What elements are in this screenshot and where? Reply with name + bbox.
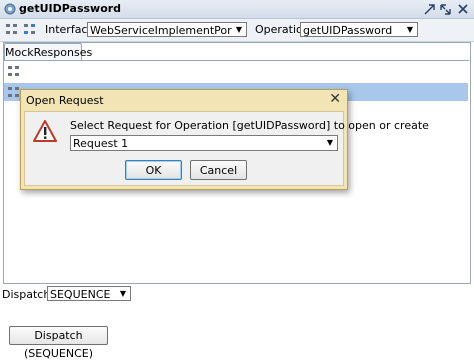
warning-icon xyxy=(33,120,57,142)
open-request-dialog: Open Request ✕ Select Request for Operat… xyxy=(20,89,429,190)
request-select[interactable]: Request 1 ▼ xyxy=(70,135,338,151)
window-titlebar: getUIDPassword xyxy=(0,0,474,19)
request-select-value: Request 1 xyxy=(73,137,129,150)
interface-select-value: WebServiceImplementPortBinding xyxy=(90,24,246,37)
dispatch-select[interactable]: SEQUENCE ▼ xyxy=(47,286,131,301)
operation-select[interactable]: getUIDPassword ▼ xyxy=(300,22,418,37)
editor-toolbar: Interface WebServiceImplementPortBinding… xyxy=(0,19,474,42)
operation-select-value: getUIDPassword xyxy=(303,24,393,37)
chevron-down-icon: ▼ xyxy=(232,23,246,36)
tab-mockresponses[interactable]: MockResponses xyxy=(4,43,92,61)
app-icon xyxy=(4,3,16,15)
chevron-down-icon: ▼ xyxy=(116,287,130,300)
add-mock-response-icon[interactable] xyxy=(5,23,19,37)
run-mock-icon[interactable] xyxy=(23,23,37,37)
window-title: getUIDPassword xyxy=(19,2,122,15)
chevron-down-icon: ▼ xyxy=(403,23,417,36)
tab-divider xyxy=(3,60,469,61)
dialog-title: Open Request xyxy=(26,94,104,107)
mock-response-icon xyxy=(7,86,21,100)
close-icon[interactable] xyxy=(456,2,470,16)
ok-button[interactable]: OK xyxy=(125,160,182,180)
dialog-body: Select Request for Operation [getUIDPass… xyxy=(24,111,429,186)
dialog-message: Select Request for Operation [getUIDPass… xyxy=(70,119,429,132)
interface-select[interactable]: WebServiceImplementPortBinding ▼ xyxy=(87,22,247,37)
new-response-icon[interactable] xyxy=(7,65,21,79)
detach-icon[interactable] xyxy=(422,2,436,16)
dispatch-select-value: SEQUENCE xyxy=(50,288,111,301)
dispatch-button[interactable]: Dispatch (SEQUENCE) xyxy=(9,326,108,360)
maximize-icon[interactable] xyxy=(438,2,452,16)
cancel-button[interactable]: Cancel xyxy=(190,160,247,180)
chevron-down-icon: ▼ xyxy=(323,136,337,149)
close-icon[interactable]: ✕ xyxy=(329,91,341,107)
